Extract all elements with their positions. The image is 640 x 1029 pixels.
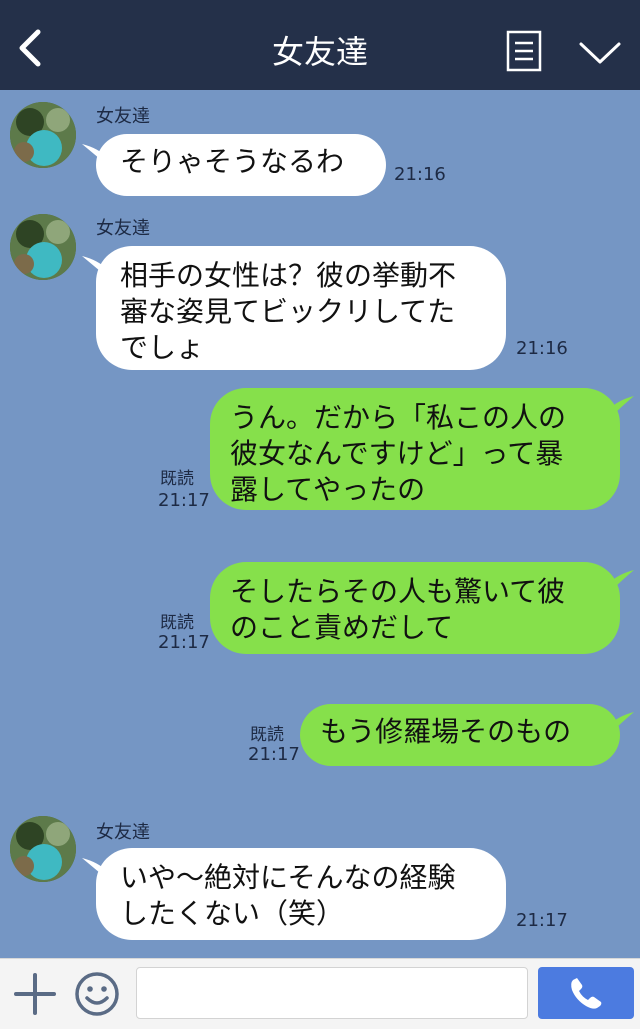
- message-bubble-outgoing[interactable]: うん。だから「私この人の 彼女なんですけど」って暴 露してやったの: [210, 388, 620, 510]
- message-line: のこと責めだして: [230, 611, 454, 644]
- message-time: 21:16: [516, 338, 568, 359]
- message-time: 21:17: [158, 490, 210, 511]
- message-bubble-incoming[interactable]: 相手の女性は？彼の挙動不 審な姿見てビックリしてた でしょ: [96, 246, 506, 370]
- read-receipt: 既読: [250, 725, 284, 745]
- sender-name: 女友達: [96, 218, 150, 239]
- chevron-down-icon[interactable]: [578, 38, 622, 68]
- message-time: 21:16: [394, 164, 446, 185]
- chat-area: 女友達 そりゃそうなるわ 21:16 女友達 相手の女性は？彼の挙動不 審な姿見…: [0, 90, 640, 958]
- avatar[interactable]: [10, 816, 76, 882]
- message-line: うん。だから「私この人の: [230, 401, 567, 434]
- sender-name: 女友達: [96, 106, 150, 127]
- message-bubble-incoming[interactable]: いや〜絶対にそんなの経験 したくない（笑）: [96, 848, 506, 940]
- message-line: でしょ: [120, 331, 205, 364]
- chat-title: 女友達: [271, 33, 368, 71]
- avatar[interactable]: [10, 214, 76, 280]
- menu-icon[interactable]: [506, 30, 542, 72]
- plus-icon[interactable]: [14, 973, 56, 1015]
- avatar[interactable]: [10, 102, 76, 168]
- read-receipt: 既読: [160, 613, 194, 633]
- message-line: 露してやったの: [230, 473, 426, 506]
- message-text: そりゃそうなるわ: [120, 145, 345, 178]
- message-bubble-outgoing[interactable]: そしたらその人も驚いて彼 のこと責めだして: [210, 562, 620, 654]
- call-button[interactable]: [538, 967, 634, 1019]
- message-bubble-outgoing[interactable]: もう修羅場そのもの: [300, 704, 620, 766]
- message-time: 21:17: [248, 744, 300, 765]
- message-input[interactable]: [136, 967, 528, 1019]
- message-time: 21:17: [516, 910, 568, 931]
- message-text: もう修羅場そのもの: [320, 715, 572, 748]
- read-receipt: 既読: [160, 469, 194, 489]
- phone-icon: [571, 978, 602, 1009]
- sender-name: 女友達: [96, 822, 150, 843]
- header-bar: 女友達: [0, 0, 640, 90]
- message-line: いや〜絶対にそんなの経験: [120, 861, 456, 894]
- input-bar: [0, 958, 640, 1029]
- message-line: したくない（笑）: [120, 897, 345, 930]
- message-bubble-incoming[interactable]: そりゃそうなるわ: [96, 134, 386, 196]
- message-line: 彼女なんですけど」って暴: [230, 437, 564, 470]
- message-line: そしたらその人も驚いて彼: [230, 575, 566, 608]
- message-line: 審な姿見てビックリしてた: [120, 295, 456, 328]
- smile-icon[interactable]: [74, 971, 120, 1017]
- message-line: 相手の女性は？彼の挙動不: [120, 259, 457, 292]
- message-time: 21:17: [158, 632, 210, 653]
